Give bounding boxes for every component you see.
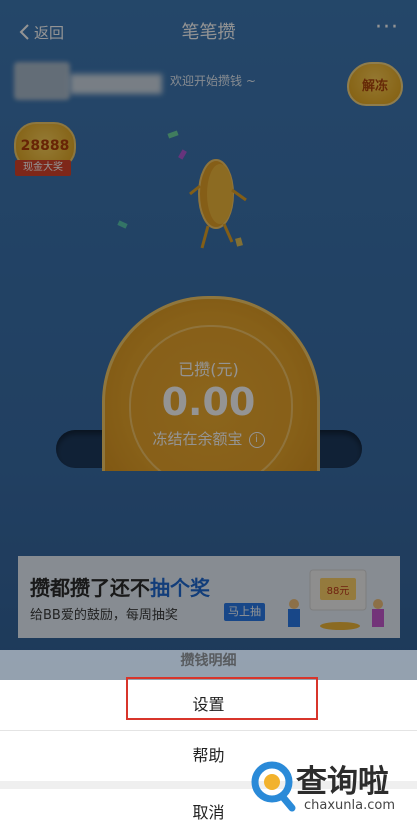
magnifier-logo-icon	[251, 761, 296, 812]
watermark-brand-cn: 查询啦	[296, 764, 389, 800]
background-panel-title: 攒钱明细	[180, 653, 237, 669]
watermark-brand-en: chaxunla.com	[304, 798, 395, 813]
watermark: 查询啦 chaxunla.com	[248, 754, 412, 828]
settings-highlight-box	[126, 677, 318, 720]
